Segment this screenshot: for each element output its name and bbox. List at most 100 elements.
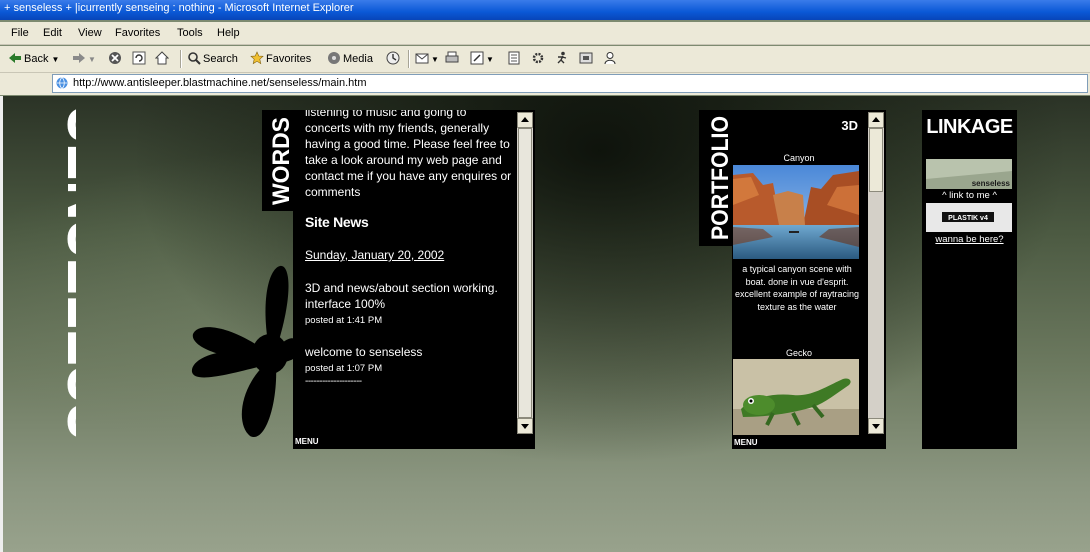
news-button[interactable] [579,50,595,68]
window-title-bar: + senseless + |icurrently senseing : not… [0,0,1090,20]
edit-dropdown-icon[interactable]: ▼ [486,55,494,64]
toolbar-separator [408,50,410,68]
menu-favorites[interactable]: Favorites [115,27,160,39]
plastik-banner-link[interactable]: PLASTIK v4 [926,203,1012,232]
page-icon [56,77,68,90]
stop-button[interactable] [108,50,124,68]
portfolio-scrollbar[interactable] [868,112,884,434]
words-tab-label: WORDS [268,117,294,205]
portfolio-menu-link[interactable]: MENU [734,438,758,447]
arrow-down-icon [872,424,880,429]
menu-bar: File Edit View Favorites Tools Help [0,22,1090,45]
plastik-banner-text: PLASTIK v4 [948,215,988,222]
window-title: + senseless + |icurrently senseing : not… [4,2,354,14]
refresh-button[interactable] [132,50,148,68]
edit-button[interactable]: ▼ [470,50,494,68]
words-panel: listening to music and going to concerts… [293,110,535,449]
media-icon [328,52,340,64]
portfolio-panel: 3D Canyon a typical canyon scene with bo… [732,110,886,449]
scroll-thumb[interactable] [518,128,532,418]
senseless-logo: SENSELESS [51,106,76,440]
search-button[interactable]: Search [187,50,238,68]
page-content: SENSELESS WORDS listening to music and g… [0,96,1090,552]
decorative-blob-shape [191,265,300,438]
portfolio-item-title: Canyon [783,153,815,163]
document-icon [508,51,520,65]
toolbar: Back ▼ ▼ Search Favorites Media ▼ ▼ [0,46,1090,73]
senseless-banner-text: senseless [972,179,1011,188]
linkage-panel: LINKAGE senseless ^ link to me ^ PLASTIK… [922,110,1017,449]
news-post-time: posted at 1:41 PM [305,315,383,326]
user-button[interactable] [603,50,619,68]
forward-arrow-icon [73,53,85,63]
wanna-be-here-link[interactable]: wanna be here? [922,234,1017,245]
portfolio-category: 3D [841,118,858,133]
forward-button[interactable]: ▼ [72,50,96,68]
news-post-text: welcome to senseless [305,345,423,359]
menu-edit[interactable]: Edit [43,27,62,39]
media-button[interactable]: Media [327,50,373,68]
intro-text: listening to music and going to concerts… [305,110,512,199]
news-date: Sunday, January 20, 2002 [305,248,445,262]
back-arrow-icon [9,53,21,63]
menu-help[interactable]: Help [217,27,240,39]
news-post-time: posted at 1:07 PM [305,363,383,374]
menu-file[interactable]: File [11,27,29,39]
menu-view[interactable]: View [78,27,102,39]
address-bar: http://www.antisleeper.blastmachine.net/… [0,73,1090,95]
linkage-title: LINKAGE [926,116,1013,138]
history-button[interactable] [386,50,402,68]
mail-button[interactable]: ▼ [415,50,439,68]
portfolio-tab-label: PORTFOLIO [707,116,733,240]
user-icon [604,52,616,65]
home-button[interactable] [155,50,171,68]
words-scrollbar[interactable] [517,112,533,434]
home-icon [155,51,169,65]
portfolio-tab: PORTFOLIO [699,110,733,246]
words-scroll-area[interactable]: listening to music and going to concerts… [305,110,515,428]
back-label: Back [24,53,49,65]
back-dropdown-icon[interactable]: ▼ [52,55,60,64]
portfolio-scroll-area[interactable]: 3D Canyon a typical canyon scene with bo… [732,110,866,449]
research-button[interactable] [531,50,547,68]
link-to-me-text: ^ link to me ^ [942,190,997,201]
scroll-down-button[interactable] [517,418,533,434]
canyon-image[interactable] [733,165,859,259]
left-border [0,96,3,552]
senseless-banner-link[interactable]: senseless [926,159,1012,189]
search-label: Search [203,53,238,65]
edit-icon [470,51,484,65]
print-icon [445,51,459,63]
messenger-button[interactable] [555,50,571,68]
media-label: Media [343,53,373,65]
gecko-image[interactable] [733,359,859,435]
address-url: http://www.antisleeper.blastmachine.net/… [73,77,367,89]
scroll-down-button[interactable] [868,418,884,434]
arrow-down-icon [521,424,529,429]
site-news-heading: Site News [305,214,369,230]
words-menu-link[interactable]: MENU [295,437,319,446]
stop-icon [109,52,121,64]
refresh-icon [132,51,146,65]
senseless-logo-text: SENSELESS [51,106,76,440]
discuss-button[interactable] [507,50,523,68]
scroll-thumb[interactable] [869,128,883,192]
forward-dropdown-icon[interactable]: ▼ [88,55,96,64]
mail-dropdown-icon[interactable]: ▼ [431,55,439,64]
words-tab: WORDS [262,110,294,211]
scroll-up-button[interactable] [517,112,533,128]
print-button[interactable] [445,50,461,68]
arrow-up-icon [521,117,529,122]
person-running-icon [557,51,567,64]
back-button[interactable]: Back ▼ [8,50,59,68]
envelope-icon [579,52,593,64]
favorites-label: Favorites [266,53,312,65]
history-icon [386,51,400,65]
toolbar-separator [180,50,182,68]
favorites-button[interactable]: Favorites [250,50,311,68]
menu-tools[interactable]: Tools [177,27,203,39]
favorites-star-icon [250,51,264,65]
news-post-text: 3D and news/about section working. inter… [305,281,498,311]
scroll-up-button[interactable] [868,112,884,128]
address-input[interactable]: http://www.antisleeper.blastmachine.net/… [52,74,1088,93]
